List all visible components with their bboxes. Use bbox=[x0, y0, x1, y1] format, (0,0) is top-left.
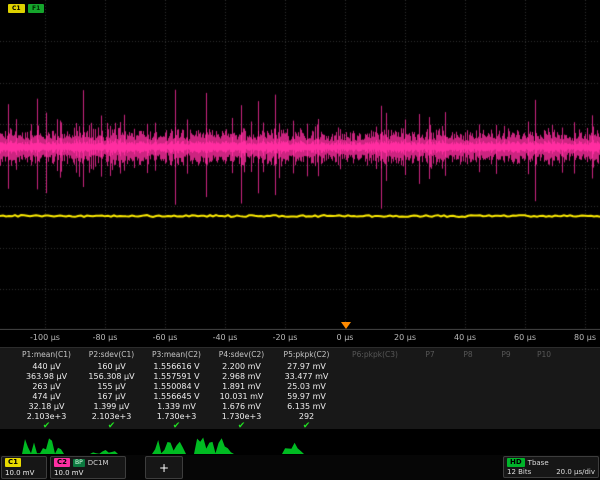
c1-badge: C1 bbox=[5, 458, 21, 467]
measurement-cell: 2.200 mV bbox=[209, 362, 274, 371]
measurement-column-header[interactable]: P6:pkpk(C3) bbox=[339, 350, 411, 359]
add-trace-button[interactable]: + bbox=[145, 456, 183, 479]
measurement-cell: 2.968 mV bbox=[209, 372, 274, 381]
measurement-column-header[interactable]: P8 bbox=[449, 350, 487, 359]
measurement-column-header[interactable]: P1:mean(C1) bbox=[14, 350, 79, 359]
measurement-histicon[interactable] bbox=[194, 438, 234, 455]
time-axis: -100 µs -80 µs -60 µs -40 µs -20 µs 0 µs 20 µs… bbox=[0, 330, 600, 347]
measurement-cell: 363.98 µV bbox=[14, 372, 79, 381]
measurement-histicon[interactable] bbox=[152, 440, 186, 454]
measurement-column-header[interactable]: P3:mean(C2) bbox=[144, 350, 209, 359]
measurement-column-header[interactable]: P2:sdev(C1) bbox=[79, 350, 144, 359]
measurement-column-header[interactable]: P5:pkpk(C2) bbox=[274, 350, 339, 359]
measurement-cell: 167 µV bbox=[79, 392, 144, 401]
histicon-strip bbox=[0, 429, 600, 455]
c2-descriptor[interactable]: C2 BP DC1M 10.0 mV bbox=[50, 456, 126, 479]
measurement-column-header[interactable]: P4:sdev(C2) bbox=[209, 350, 274, 359]
measurement-cell: 1.891 mV bbox=[209, 382, 274, 391]
measurement-cell: 2.103e+3 bbox=[79, 412, 144, 421]
measurement-cell: 1.399 µV bbox=[79, 402, 144, 411]
time-axis-label: 40 µs bbox=[454, 333, 476, 342]
time-axis-label: -60 µs bbox=[153, 333, 178, 342]
tbase-label: Tbase bbox=[528, 459, 549, 467]
c2-coupling: DC1M bbox=[88, 459, 109, 467]
measurement-histicon[interactable] bbox=[90, 450, 118, 454]
time-axis-label: -100 µs bbox=[30, 333, 60, 342]
measurement-cell: 292 bbox=[274, 412, 339, 421]
measurement-histicon[interactable] bbox=[282, 443, 304, 454]
time-axis-label: 60 µs bbox=[514, 333, 536, 342]
measurement-column-header[interactable]: P7 bbox=[411, 350, 449, 359]
measurement-cell: 59.97 mV bbox=[274, 392, 339, 401]
time-axis-label: 0 µs bbox=[337, 333, 354, 342]
measurement-cell: 1.730e+3 bbox=[209, 412, 274, 421]
c2-scale: 10.0 mV bbox=[54, 469, 83, 477]
measurement-cell: 156.308 µV bbox=[79, 372, 144, 381]
measurement-column-header[interactable]: P10 bbox=[525, 350, 563, 359]
tbase-bits: 12 Bits bbox=[507, 468, 531, 476]
timebase-descriptor[interactable]: HD Tbase 12 Bits 20.0 µs/div bbox=[503, 456, 599, 478]
measurement-cell: 1.557591 V bbox=[144, 372, 209, 381]
measurement-table: P1:mean(C1)P2:sdev(C1)P3:mean(C2)P4:sdev… bbox=[0, 347, 600, 430]
oscilloscope-screen: C1 F1 -100 µs -80 µs -60 µs -40 µs -20 µs 0 µ… bbox=[0, 0, 600, 480]
tbase-scale: 20.0 µs/div bbox=[556, 468, 595, 476]
c2-bandwidth-tag: BP bbox=[73, 459, 85, 467]
time-axis-label: -40 µs bbox=[213, 333, 238, 342]
c2-badge: C2 bbox=[54, 458, 70, 467]
measurement-cell: 155 µV bbox=[79, 382, 144, 391]
measurement-cell: 6.135 mV bbox=[274, 402, 339, 411]
measurement-cell: 1.730e+3 bbox=[144, 412, 209, 421]
measurement-cell: 1.556645 V bbox=[144, 392, 209, 401]
trace-tab-c1[interactable]: C1 bbox=[8, 4, 25, 13]
c1-descriptor[interactable]: C1 10.0 mV bbox=[1, 456, 47, 479]
measurement-cell: 440 µV bbox=[14, 362, 79, 371]
measurement-column-header[interactable]: P9 bbox=[487, 350, 525, 359]
time-axis-label: 80 µs bbox=[574, 333, 596, 342]
hd-badge: HD bbox=[507, 458, 525, 467]
trace-tab-f1[interactable]: F1 bbox=[28, 4, 44, 13]
measurement-cell: 2.103e+3 bbox=[14, 412, 79, 421]
time-axis-label: -80 µs bbox=[93, 333, 118, 342]
measurement-cell: 1.676 mV bbox=[209, 402, 274, 411]
measurement-cell: 25.03 mV bbox=[274, 382, 339, 391]
measurement-cell: 1.556616 V bbox=[144, 362, 209, 371]
measurement-cell: 263 µV bbox=[14, 382, 79, 391]
measurement-cell: 32.18 µV bbox=[14, 402, 79, 411]
c1-scale: 10.0 mV bbox=[5, 469, 34, 477]
trigger-position-marker[interactable] bbox=[341, 322, 351, 329]
plus-icon: + bbox=[159, 461, 169, 475]
measurement-cell: 10.031 mV bbox=[209, 392, 274, 401]
measurement-cell: 474 µV bbox=[14, 392, 79, 401]
measurement-cell: 1.339 mV bbox=[144, 402, 209, 411]
measurement-cell: 160 µV bbox=[79, 362, 144, 371]
descriptor-bar: C1 10.0 mV C2 BP DC1M 10.0 mV + HD Tbase bbox=[0, 455, 600, 480]
measurement-histicon[interactable] bbox=[22, 438, 64, 454]
measurement-cell: 1.550084 V bbox=[144, 382, 209, 391]
time-axis-label: 20 µs bbox=[394, 333, 416, 342]
time-axis-label: -20 µs bbox=[273, 333, 298, 342]
measurement-cell: 33.477 mV bbox=[274, 372, 339, 381]
measurement-cell: 27.97 mV bbox=[274, 362, 339, 371]
waveform-display[interactable] bbox=[0, 0, 600, 330]
